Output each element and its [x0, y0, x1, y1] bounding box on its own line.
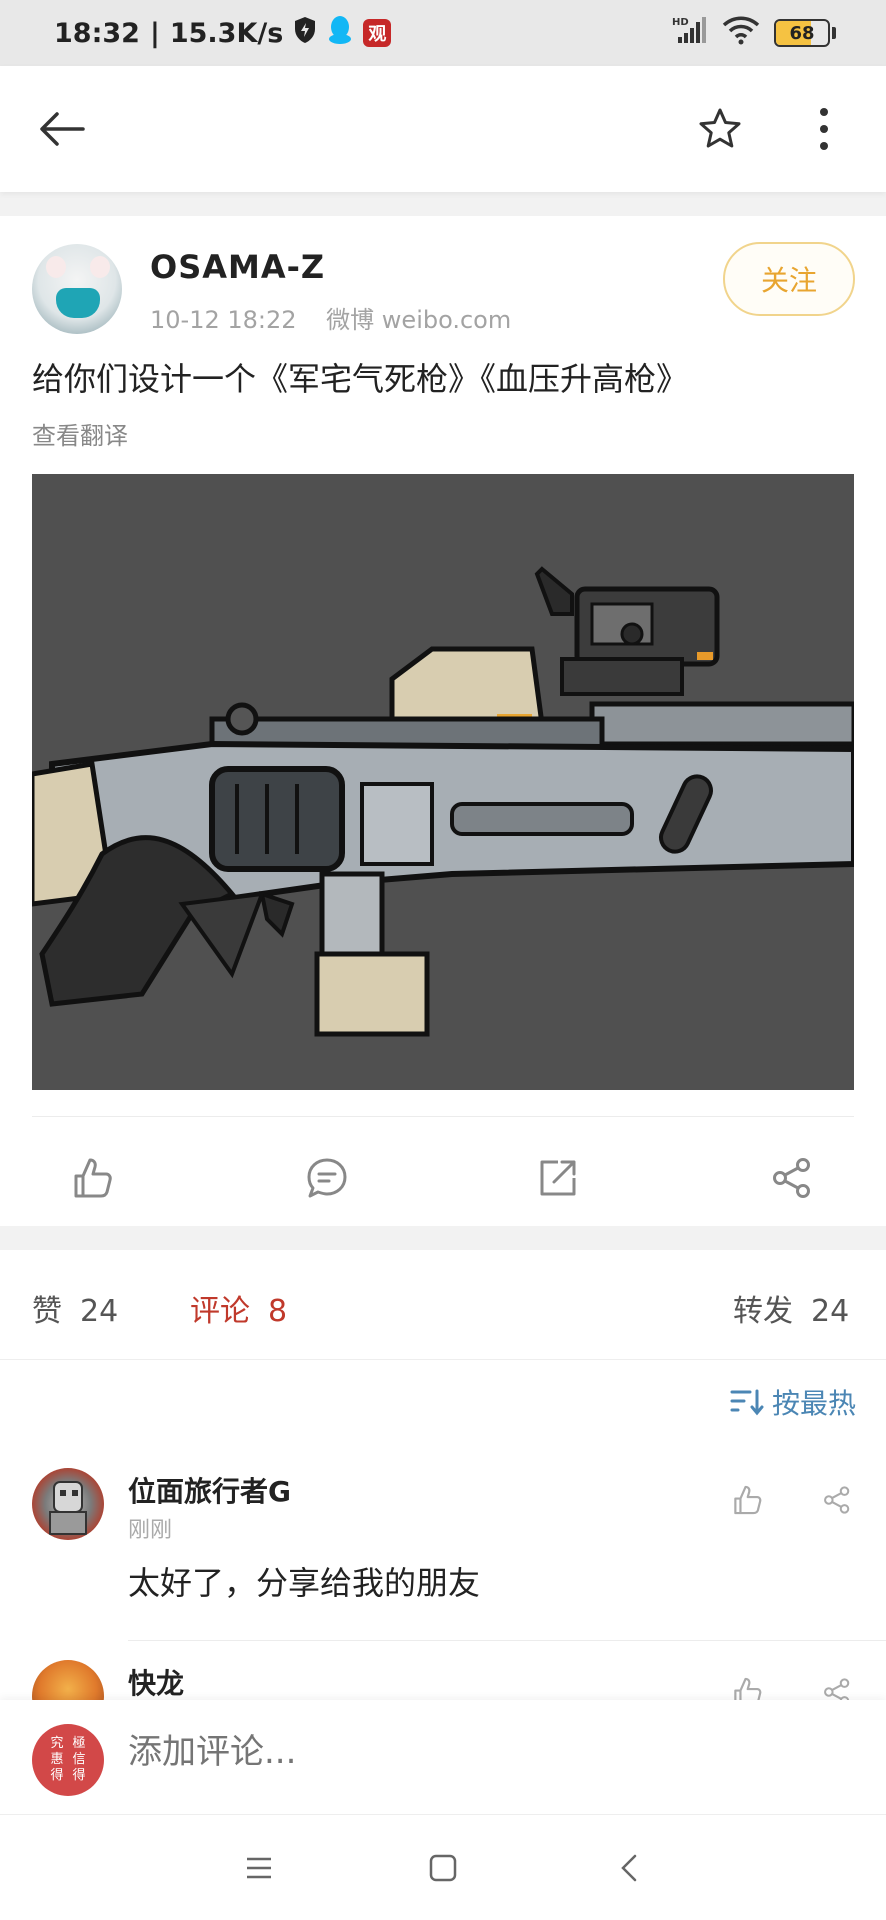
favorite-button[interactable]	[688, 97, 752, 161]
system-nav-bar	[0, 1814, 886, 1920]
status-time: 18:32	[54, 17, 140, 49]
thumbs-up-icon	[74, 1158, 112, 1198]
reposts-tab[interactable]: 转发 24	[733, 1286, 849, 1330]
comments-section: 按最热 位面旅行者G 刚刚 太好了，分享给我的朋友 快龙	[0, 1360, 886, 1700]
qq-icon	[327, 15, 353, 52]
comment-time: 刚刚	[128, 1518, 173, 1543]
share-icon	[824, 1486, 850, 1514]
commenter-name[interactable]: 快龙	[128, 1662, 184, 1700]
post-card: OSAMA-Z 10-12 18:22 微博 weibo.com 关注 给你们设…	[0, 216, 886, 1226]
repost-button[interactable]	[526, 1146, 590, 1210]
more-vertical-icon	[820, 108, 828, 150]
comment-input[interactable]	[128, 1732, 828, 1772]
follow-button[interactable]: 关注	[723, 242, 855, 316]
rifle-illustration	[32, 474, 854, 1090]
like-button[interactable]	[60, 1146, 124, 1210]
comment-input-bar: 究極 惠信 得得	[0, 1700, 886, 1814]
svg-text:HD: HD	[672, 17, 689, 28]
menu-button[interactable]	[234, 1843, 284, 1893]
status-bar: 18:32 | 15.3K/s 观 HD 68	[0, 0, 886, 66]
commenter-name[interactable]: 位面旅行者G	[128, 1470, 291, 1510]
battery-icon: 68	[774, 19, 836, 47]
comment-text: 太好了，分享给我的朋友	[128, 1564, 481, 1602]
system-back-button[interactable]	[604, 1843, 654, 1893]
share-icon	[773, 1158, 810, 1198]
comment-item: 快龙	[0, 1660, 886, 1700]
commenter-avatar[interactable]	[32, 1468, 104, 1540]
translate-link[interactable]: 查看翻译	[32, 416, 128, 451]
current-user-avatar[interactable]: 究極 惠信 得得	[32, 1724, 104, 1796]
post-text: 给你们设计一个《军宅气死枪》《血压升高枪》	[32, 360, 689, 398]
app-badge-icon: 观	[363, 19, 392, 47]
thumbs-up-icon	[734, 1677, 762, 1700]
back-button[interactable]	[30, 97, 94, 161]
comments-tab[interactable]: 评论 8	[190, 1286, 287, 1330]
share-external-icon	[540, 1160, 576, 1196]
user-avatar[interactable]	[32, 244, 122, 334]
comment-button[interactable]	[295, 1146, 359, 1210]
post-username[interactable]: OSAMA-Z	[150, 248, 325, 286]
star-icon	[699, 108, 741, 148]
more-button[interactable]	[792, 97, 856, 161]
nav-bar	[0, 66, 886, 192]
commenter-avatar[interactable]	[32, 1660, 104, 1700]
divider	[128, 1640, 886, 1641]
post-action-row	[0, 1136, 886, 1220]
shield-icon	[293, 16, 317, 51]
post-date: 10-12 18:22	[150, 306, 297, 334]
share-icon	[824, 1678, 850, 1700]
thumbs-up-icon	[734, 1485, 762, 1515]
comment-share-button[interactable]	[815, 1478, 859, 1522]
chevron-left-icon	[621, 1854, 637, 1882]
comment-like-button[interactable]	[725, 1478, 769, 1522]
home-button[interactable]	[418, 1843, 468, 1893]
wifi-icon	[722, 15, 760, 52]
sort-button[interactable]: 按最热	[730, 1382, 856, 1422]
post-image[interactable]	[32, 474, 854, 1090]
square-icon	[429, 1854, 457, 1882]
status-separator: |	[149, 17, 160, 49]
post-meta: 10-12 18:22 微博 weibo.com	[150, 300, 533, 335]
comment-share-button[interactable]	[815, 1670, 859, 1700]
stats-row: 赞 24 评论 8 转发 24	[0, 1250, 886, 1360]
status-speed: 15.3K/s	[169, 17, 284, 49]
signal-icon: HD	[672, 15, 708, 52]
divider	[32, 1116, 854, 1117]
comment-bubble-icon	[307, 1158, 347, 1198]
share-button[interactable]	[760, 1146, 824, 1210]
likes-tab[interactable]: 赞 24	[32, 1286, 118, 1330]
arrow-left-icon	[40, 112, 85, 146]
sort-icon	[730, 1389, 764, 1416]
comment-item: 位面旅行者G 刚刚 太好了，分享给我的朋友	[0, 1468, 886, 1648]
comment-like-button[interactable]	[725, 1670, 769, 1700]
menu-icon	[247, 1857, 271, 1879]
post-source: 微博 weibo.com	[326, 306, 512, 334]
